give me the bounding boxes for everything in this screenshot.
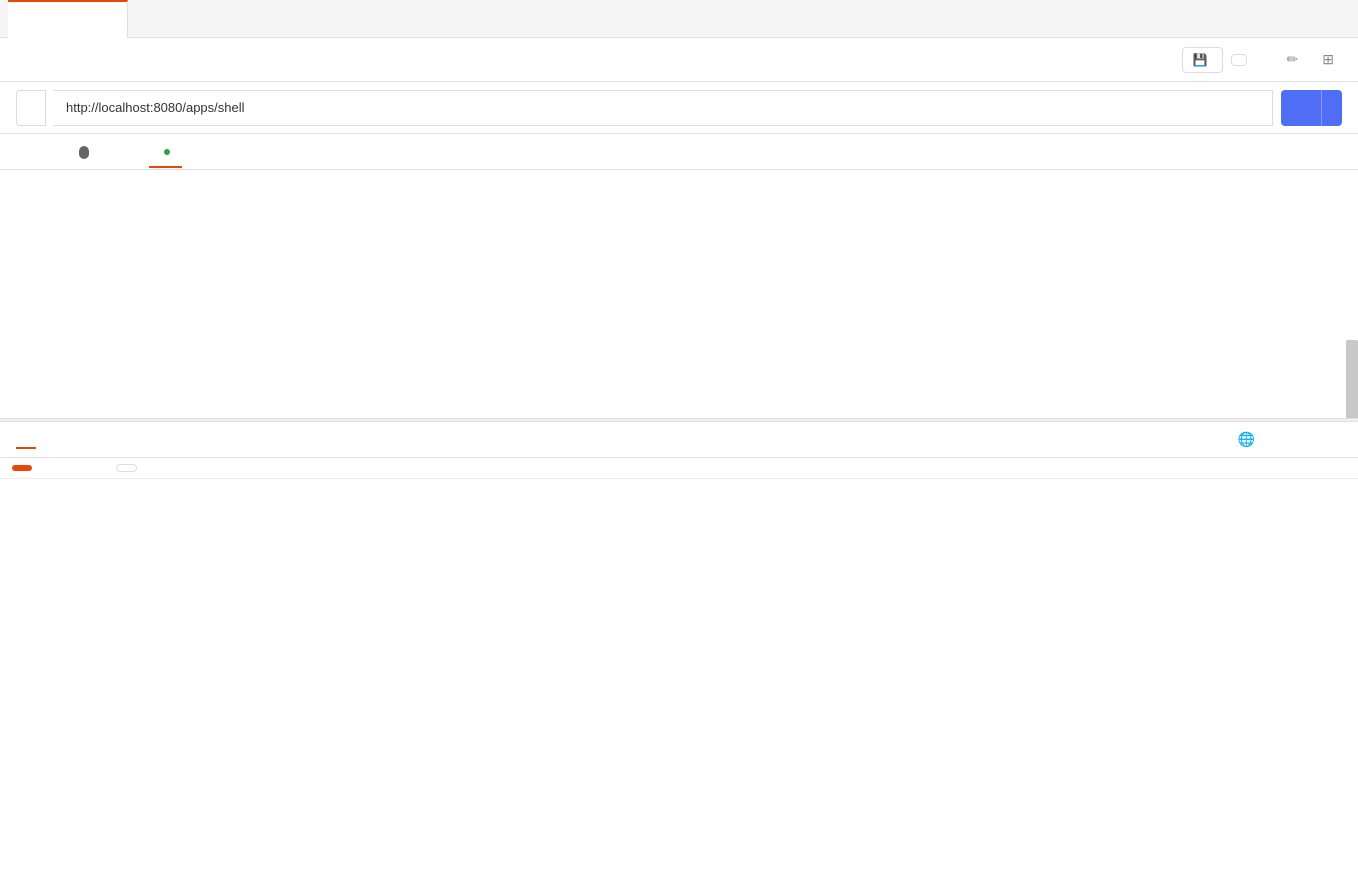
tab-bar (0, 0, 1358, 38)
response-code-editor[interactable] (0, 479, 1358, 891)
res-tab-headers[interactable] (88, 431, 108, 449)
env-selector[interactable] (1330, 15, 1350, 23)
res-tab-body[interactable] (16, 431, 36, 449)
upper-panel: 💾 ✏ ⊞ (0, 38, 1358, 418)
tab-headers[interactable] (64, 136, 101, 168)
tab-shell[interactable] (8, 0, 128, 38)
upper-code-editor[interactable] (0, 170, 1358, 418)
save-icon: 💾 (1193, 53, 1208, 67)
fmt-tab-visualize[interactable] (84, 465, 104, 471)
format-bar (0, 458, 1358, 479)
format-type-select[interactable] (116, 464, 137, 472)
tab-settings[interactable] (182, 143, 206, 161)
fmt-tab-raw[interactable] (36, 465, 56, 471)
panel-icon: ⊞ (1322, 51, 1334, 67)
send-button[interactable] (1281, 90, 1321, 126)
response-status: 🌐 (1238, 431, 1342, 448)
tab-body[interactable] (101, 143, 125, 161)
fmt-tab-preview[interactable] (60, 465, 80, 471)
edit-button[interactable]: ✏ (1279, 46, 1307, 73)
scrollbar-handle[interactable] (1346, 340, 1358, 418)
save-button[interactable]: 💾 (1182, 47, 1223, 73)
tab-params[interactable] (16, 143, 40, 161)
response-header: 🌐 (0, 422, 1358, 458)
toolbar-actions: 💾 ✏ ⊞ (1182, 46, 1342, 73)
panel-toggle-button[interactable]: ⊞ (1314, 46, 1342, 73)
tests-dot (164, 149, 170, 155)
tab-tests[interactable] (149, 136, 182, 168)
headers-badge (79, 146, 89, 159)
fmt-tab-pretty[interactable] (12, 465, 32, 471)
request-tabs (0, 134, 1358, 170)
send-button-group (1281, 90, 1342, 126)
globe-icon: 🌐 (1238, 431, 1255, 448)
lower-panel: 🌐 (0, 422, 1358, 891)
main-content: 💾 ✏ ⊞ (0, 38, 1358, 891)
res-tab-test-results[interactable] (124, 431, 144, 449)
tab-authorization[interactable] (40, 143, 64, 161)
tab-pre-request[interactable] (125, 143, 149, 161)
more-options-button[interactable] (1255, 55, 1271, 65)
res-tab-cookies[interactable] (52, 431, 72, 449)
method-select[interactable] (16, 90, 46, 126)
save-dropdown-button[interactable] (1231, 54, 1247, 66)
send-dropdown-button[interactable] (1321, 90, 1342, 126)
toolbar: 💾 ✏ ⊞ (0, 38, 1358, 82)
url-input[interactable] (54, 90, 1273, 126)
edit-icon: ✏ (1287, 51, 1299, 67)
url-bar (0, 82, 1358, 134)
